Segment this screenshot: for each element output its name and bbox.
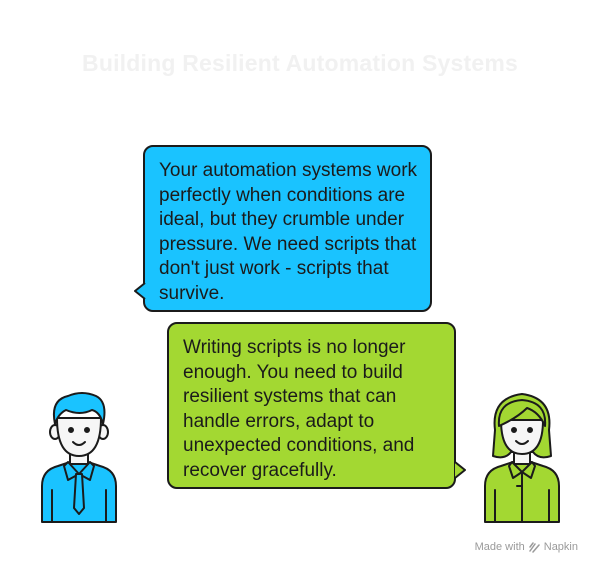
man-avatar-icon [41,392,117,523]
made-with-label: Made with [474,541,525,553]
napkin-logo-icon [529,541,540,553]
speech-bubble-left-text: Your automation systems work perfectly w… [159,160,418,304]
speech-bubble-right: Writing scripts is no longer enough. You… [167,322,456,489]
speech-bubble-right-text: Writing scripts is no longer enough. You… [183,337,415,481]
napkin-watermark: Made with Napkin [475,541,578,553]
woman-avatar-icon [484,393,560,523]
speech-bubble-right-tail [454,461,466,479]
napkin-brand-label: Napkin [543,541,578,553]
diagram-title: Building Resilient Automation Systems [82,50,518,76]
speech-bubble-left: Your automation systems work perfectly w… [143,145,432,312]
speech-bubble-left-tail [134,282,146,300]
